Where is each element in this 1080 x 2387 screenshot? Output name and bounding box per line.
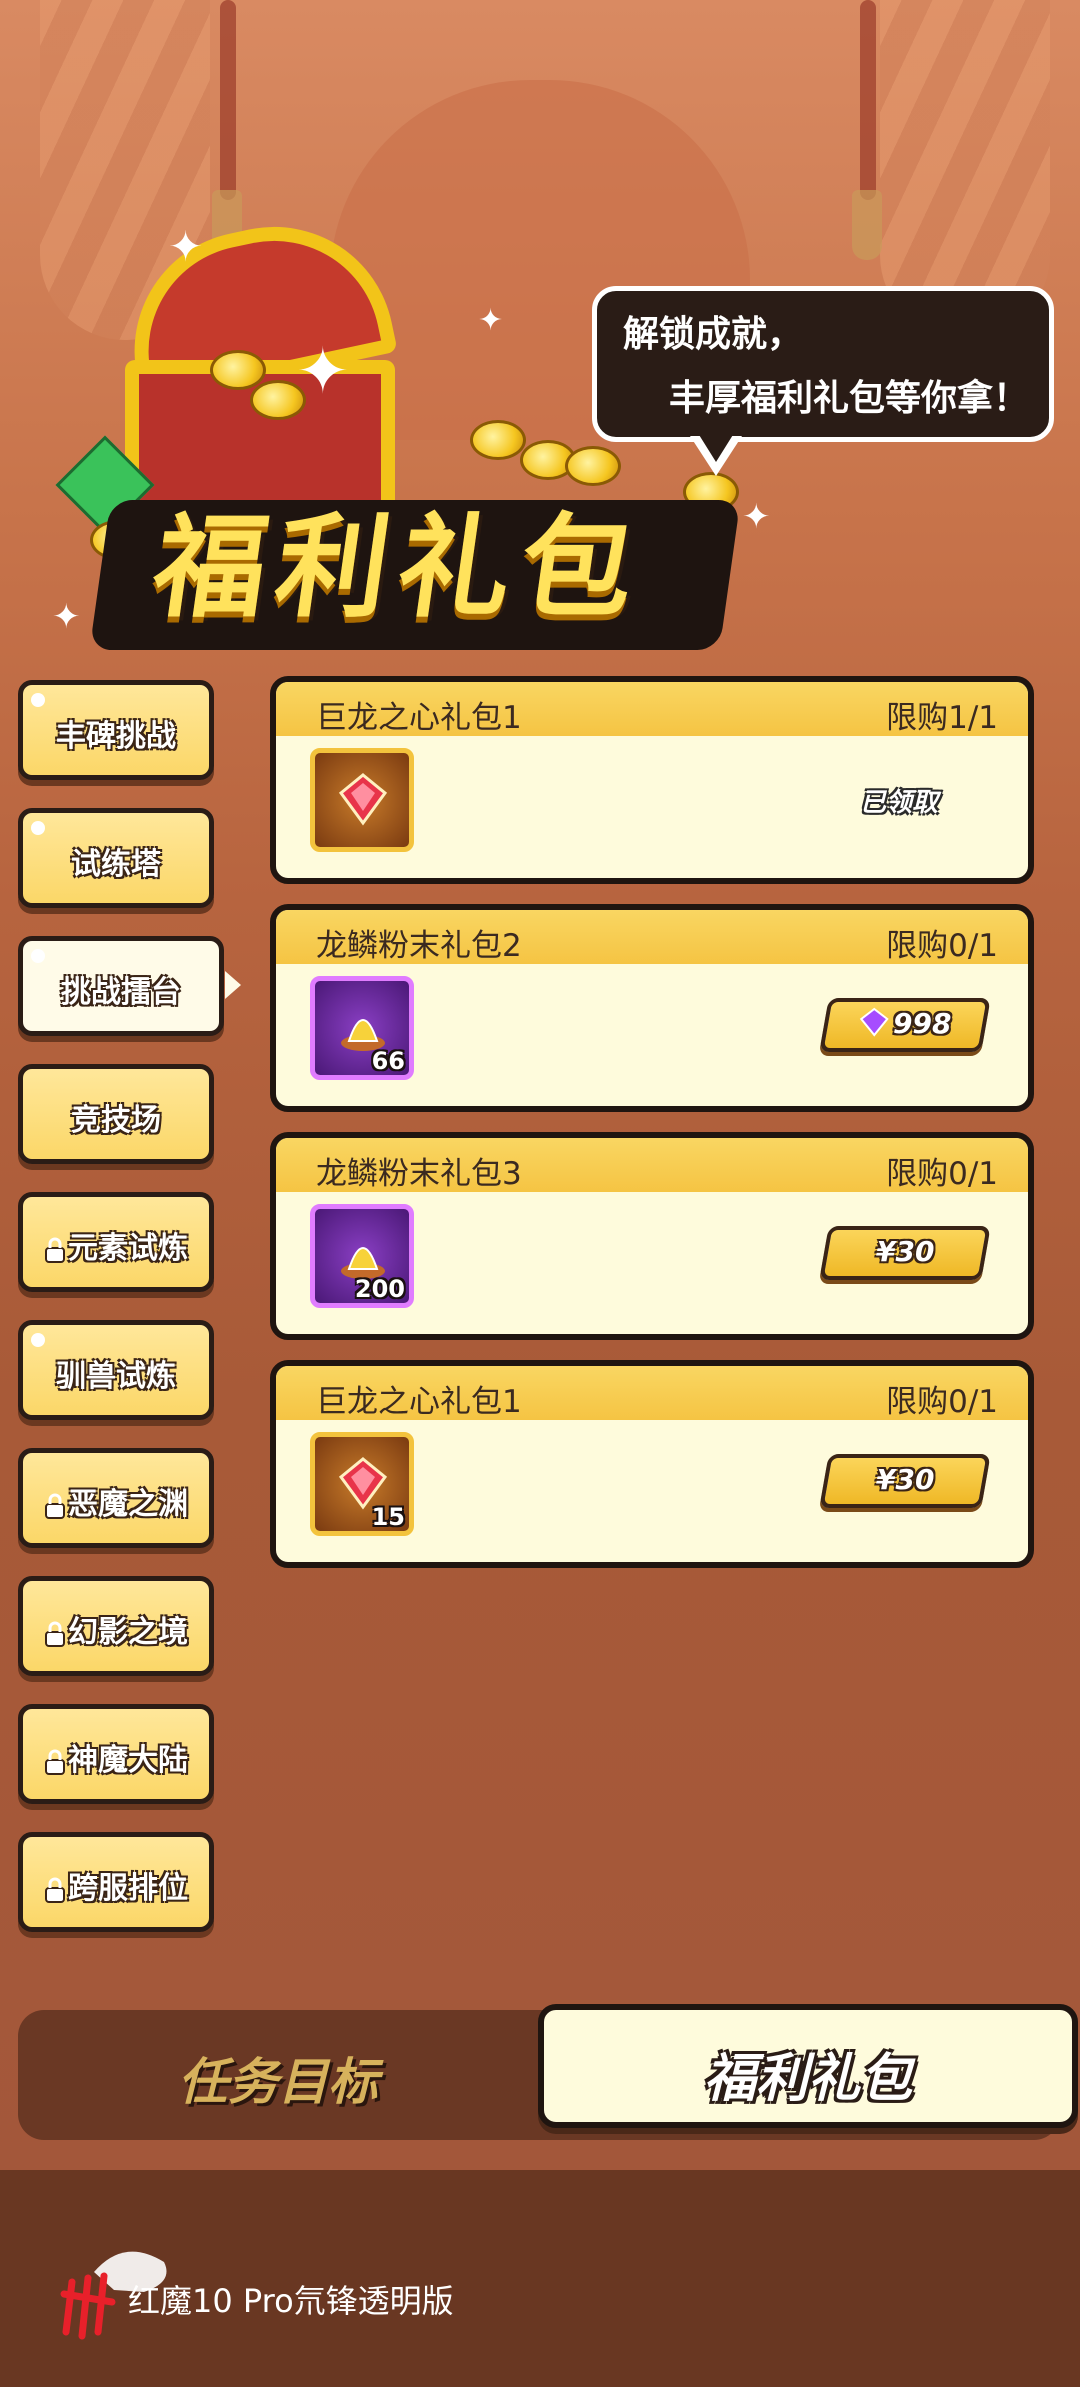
tab-label: 任务目标 xyxy=(178,2053,378,2111)
sidebar-item-god-demon-continent[interactable]: 神魔大陆 xyxy=(18,1704,214,1804)
sidebar-item-row: 恶魔之渊 xyxy=(23,1479,209,1523)
pack-header: 龙鳞粉末礼包2 限购0/1 xyxy=(276,910,1028,964)
sidebar-item-row: 跨服排位 xyxy=(23,1863,209,1907)
lock-icon xyxy=(45,1621,65,1647)
claimed-status: 已领取 xyxy=(860,788,939,818)
sidebar-item-label: 驯兽试炼 xyxy=(56,1359,176,1394)
sidebar-item-label: 恶魔之渊 xyxy=(68,1487,188,1522)
bubble-text-line2: 丰厚福利礼包等你拿！ xyxy=(668,378,1029,419)
purchase-limit: 限购0/1 xyxy=(886,1156,998,1192)
speech-bubble: 解锁成就， 丰厚福利礼包等你拿！ xyxy=(592,286,1054,442)
bubble-text-line1: 解锁成就， xyxy=(623,314,804,355)
sidebar-item-row: 神魔大陆 xyxy=(23,1735,209,1779)
welfare-banner: ✦ ✦ ✦ ✦ ✦ ✦ 福利礼包 解锁成就， 丰厚福利礼包等你拿！ xyxy=(0,0,1080,680)
sidebar-item-phantom-realm[interactable]: 幻影之境 xyxy=(18,1576,214,1676)
sidebar-item-arena[interactable]: 竞技场 xyxy=(18,1064,214,1164)
item-quantity: 200 xyxy=(354,1275,405,1303)
device-brand-label: 红魔10 Pro氘锋透明版 xyxy=(128,2282,454,2320)
pack-name: 龙鳞粉末礼包2 xyxy=(316,928,522,964)
sidebar-item-challenge-arena[interactable]: 挑战擂台 xyxy=(18,936,241,1036)
sidebar-item-label: 幻影之境 xyxy=(68,1615,188,1650)
rope-decor xyxy=(860,0,876,200)
sparkle-icon: ✦ xyxy=(478,303,504,338)
sidebar-item-label: 竞技场 xyxy=(71,1103,161,1138)
sidebar-item-label: 挑战擂台 xyxy=(61,975,181,1010)
buy-button[interactable]: ¥30 xyxy=(819,1226,991,1280)
sidebar-item-beast-trial[interactable]: 驯兽试炼 xyxy=(18,1320,214,1420)
pack-header: 巨龙之心礼包1 限购0/1 xyxy=(276,1366,1028,1420)
price-row: 998 xyxy=(828,1007,982,1040)
sidebar-item-label: 神魔大陆 xyxy=(68,1743,188,1778)
gift-pack-card: 龙鳞粉末礼包2 限购0/1 66 998 xyxy=(270,904,1034,1112)
price-label: ¥30 xyxy=(876,1235,935,1268)
purchase-limit: 限购0/1 xyxy=(886,1384,998,1420)
dot-indicator-icon xyxy=(31,693,45,707)
banner-title: 福利礼包 xyxy=(145,503,653,633)
sparkle-icon: ✦ xyxy=(168,222,204,271)
tab-task-goals[interactable]: 任务目标 xyxy=(18,2010,538,2140)
gold-coin-icon xyxy=(565,446,621,486)
item-quantity: 66 xyxy=(371,1047,405,1075)
sidebar-item-row: 幻影之境 xyxy=(23,1607,209,1651)
lock-icon xyxy=(45,1237,65,1263)
gift-pack-card: 巨龙之心礼包1 限购1/1 已领取 xyxy=(270,676,1034,884)
device-footer: 红魔10 Pro氘锋透明版 xyxy=(0,2170,1080,2387)
sidebar-item-monument-challenge[interactable]: 丰碑挑战 xyxy=(18,680,214,780)
tab-label: 福利礼包 xyxy=(703,2049,912,2109)
dot-indicator-icon xyxy=(31,821,45,835)
dot-indicator-icon xyxy=(31,1333,45,1347)
lock-icon xyxy=(45,1877,65,1903)
purchase-limit: 限购0/1 xyxy=(886,928,998,964)
gift-pack-card: 巨龙之心礼包1 限购0/1 15 ¥30 xyxy=(270,1360,1034,1568)
sparkle-icon: ✦ xyxy=(742,497,771,537)
sparkle-icon: ✦ xyxy=(296,335,350,409)
sidebar-item-row: 元素试炼 xyxy=(23,1223,209,1267)
sidebar-item-label: 跨服排位 xyxy=(68,1871,188,1906)
tassel-decor xyxy=(852,190,882,260)
buy-button[interactable]: ¥30 xyxy=(819,1454,991,1508)
gold-coin-icon xyxy=(470,420,526,460)
buy-button[interactable]: 998 xyxy=(819,998,991,1052)
sidebar-item-trial-tower[interactable]: 试练塔 xyxy=(18,808,214,908)
sidebar-item-label: 试练塔 xyxy=(71,847,161,882)
dragon-heart-gem-icon[interactable] xyxy=(310,748,414,852)
purchase-limit: 限购1/1 xyxy=(886,700,998,736)
lock-icon xyxy=(45,1749,65,1775)
pack-name: 巨龙之心礼包1 xyxy=(316,1384,522,1420)
sidebar-item-demon-abyss[interactable]: 恶魔之渊 xyxy=(18,1448,214,1548)
purple-gem-icon xyxy=(859,1007,889,1037)
sparkle-icon: ✦ xyxy=(52,597,81,637)
sidebar-item-cross-server-ranking[interactable]: 跨服排位 xyxy=(18,1832,214,1932)
speech-bubble-tail xyxy=(696,430,736,462)
sidebar-item-label: 丰碑挑战 xyxy=(56,719,176,754)
dragon-heart-gem-icon[interactable]: 15 xyxy=(310,1432,414,1536)
price-label: ¥30 xyxy=(876,1463,935,1496)
bottom-tab-bar: 任务目标 福利礼包 xyxy=(18,2004,1078,2140)
gold-coin-icon xyxy=(210,350,266,390)
rope-decor xyxy=(220,0,236,200)
dragon-scale-powder-icon[interactable]: 66 xyxy=(310,976,414,1080)
dragon-scale-powder-icon[interactable]: 200 xyxy=(310,1204,414,1308)
pack-name: 龙鳞粉末礼包3 xyxy=(316,1156,522,1192)
dot-indicator-icon xyxy=(31,949,45,963)
sidebar-item-label: 元素试炼 xyxy=(68,1231,188,1266)
gift-pack-card: 龙鳞粉末礼包3 限购0/1 200 ¥30 xyxy=(270,1132,1034,1340)
pack-name: 巨龙之心礼包1 xyxy=(316,700,522,736)
lock-icon xyxy=(45,1493,65,1519)
pack-header: 龙鳞粉末礼包3 限购0/1 xyxy=(276,1138,1028,1192)
app-root: ✦ ✦ ✦ ✦ ✦ ✦ 福利礼包 解锁成就， 丰厚福利礼包等你拿！ 丰碑挑战 试… xyxy=(0,0,1080,2387)
item-quantity: 15 xyxy=(371,1503,405,1531)
price-label: 998 xyxy=(893,1007,952,1040)
pack-header: 巨龙之心礼包1 限购1/1 xyxy=(276,682,1028,736)
sidebar-item-elemental-trial[interactable]: 元素试炼 xyxy=(18,1192,214,1292)
tab-welfare-packs[interactable]: 福利礼包 xyxy=(538,2004,1078,2128)
